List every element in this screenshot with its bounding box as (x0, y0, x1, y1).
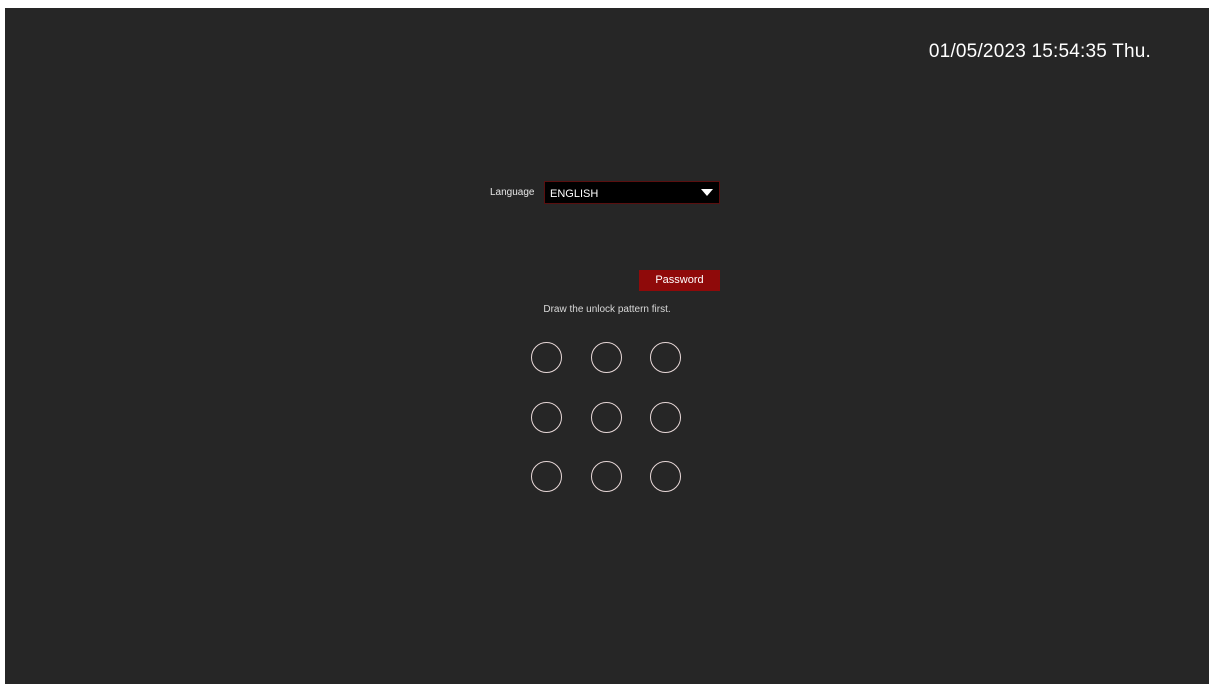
language-select[interactable]: ENGLISH (544, 181, 720, 204)
login-screen: 01/05/2023 15:54:35 Thu. Language ENGLIS… (5, 8, 1209, 684)
password-button[interactable]: Password (639, 270, 720, 291)
pattern-dot-2[interactable] (591, 342, 622, 373)
datetime-display: 01/05/2023 15:54:35 Thu. (928, 41, 1151, 62)
pattern-dot-6[interactable] (650, 402, 681, 433)
pattern-dot-4[interactable] (531, 402, 562, 433)
pattern-dot-9[interactable] (650, 461, 681, 492)
pattern-dot-7[interactable] (531, 461, 562, 492)
pattern-dot-8[interactable] (591, 461, 622, 492)
language-label: Language (490, 187, 535, 198)
pattern-dot-3[interactable] (650, 342, 681, 373)
pattern-hint: Draw the unlock pattern first. (543, 304, 671, 315)
language-selected-value: ENGLISH (550, 188, 599, 200)
pattern-dot-5[interactable] (591, 402, 622, 433)
pattern-dot-1[interactable] (531, 342, 562, 373)
unlock-pattern-grid[interactable] (531, 342, 691, 502)
dropdown-arrow-icon (701, 189, 713, 196)
